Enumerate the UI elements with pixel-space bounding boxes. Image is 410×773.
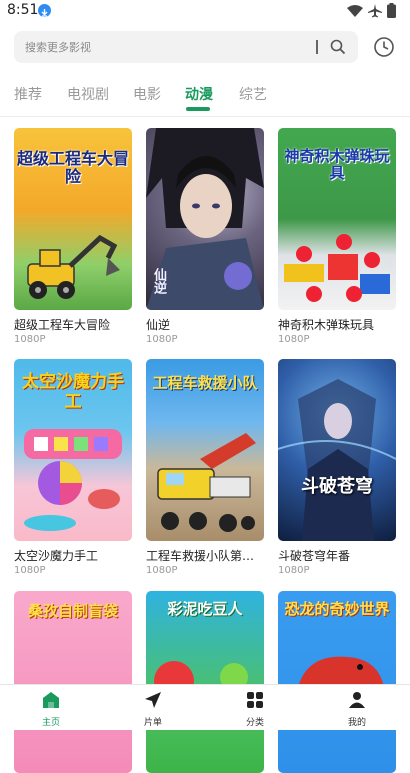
poster-text: 工程车救援小队 — [152, 374, 258, 392]
nav-category[interactable]: 分类 — [204, 685, 306, 730]
video-card[interactable]: 彩泥吃豆人 — [146, 591, 264, 773]
airplane-icon — [368, 3, 382, 22]
poster-text: 仙逆 — [150, 268, 166, 294]
grid-icon — [247, 692, 263, 708]
excavator-art — [27, 234, 120, 299]
poster-text: 恐龙的奇妙世界 — [284, 600, 390, 618]
card-title: 太空沙魔力手工 — [14, 549, 99, 563]
bottom-navigation: 主页 片单 分类 我的 — [0, 684, 410, 730]
card-title: 仙逆 — [146, 318, 171, 332]
poster-image[interactable]: 太空沙魔力手工 — [14, 359, 132, 541]
search-box[interactable]: 搜索更多影视 — [14, 31, 358, 63]
battery-icon — [387, 3, 396, 22]
nav-home[interactable]: 主页 — [0, 685, 102, 730]
nav-label: 分类 — [245, 718, 264, 728]
active-tab-indicator — [186, 107, 210, 111]
history-icon[interactable] — [373, 36, 395, 62]
poster-text: 超级工程车大冒险 — [16, 149, 129, 187]
wifi-icon — [347, 3, 363, 22]
tab-recommend[interactable]: 推荐 — [14, 84, 42, 104]
nav-label: 主页 — [41, 718, 60, 728]
poster-text: 桑孜自制盲袋 — [27, 602, 118, 620]
poster-image[interactable]: 彩泥吃豆人 — [146, 591, 264, 773]
video-card[interactable]: 太空沙魔力手工 太空沙魔力手工 1080P — [14, 359, 132, 576]
card-quality: 1080P — [278, 565, 310, 576]
video-card[interactable]: 神奇积木弹珠玩具 神奇积木弹珠玩具 1080P — [278, 128, 396, 345]
card-title: 神奇积木弹珠玩具 — [278, 318, 375, 332]
video-card[interactable]: 斗破苍穹 斗破苍穹年番 1080P — [278, 359, 396, 576]
dinosaur-art — [298, 656, 384, 687]
send-icon — [145, 692, 161, 708]
text-cursor — [316, 40, 318, 54]
nav-label: 我的 — [347, 718, 366, 728]
poster-text: 太空沙魔力手工 — [22, 372, 124, 412]
search-placeholder: 搜索更多影视 — [25, 41, 91, 54]
card-quality: 1080P — [14, 565, 46, 576]
tab-tv-series[interactable]: 电视剧 — [67, 84, 109, 104]
nav-profile[interactable]: 我的 — [306, 685, 408, 730]
card-quality: 1080P — [146, 334, 178, 345]
video-card[interactable]: 桑孜自制盲袋 — [14, 591, 132, 773]
video-card[interactable]: 工程车救援小队 工程车救援小队第二季 1080P — [146, 359, 264, 576]
poster-image[interactable]: 仙逆 — [146, 128, 264, 310]
character-art — [278, 379, 396, 541]
poster-image[interactable]: 神奇积木弹珠玩具 — [278, 128, 396, 310]
poster-text: 神奇积木弹珠玩具 — [284, 147, 390, 183]
nav-label: 片单 — [143, 718, 162, 728]
blocks-art — [284, 234, 390, 302]
card-title: 斗破苍穹年番 — [278, 549, 351, 563]
user-icon — [349, 692, 365, 708]
card-quality: 1080P — [146, 565, 178, 576]
tab-movies[interactable]: 电影 — [133, 84, 161, 104]
clay-art — [154, 661, 248, 687]
poster-image[interactable]: 桑孜自制盲袋 — [14, 591, 132, 773]
rescue-truck-art — [157, 433, 256, 532]
card-title: 工程车救援小队第二季 — [146, 549, 264, 563]
video-card[interactable]: 仙逆 仙逆 1080P — [146, 128, 264, 345]
home-icon — [43, 692, 59, 708]
card-quality: 1080P — [278, 334, 310, 345]
category-tabs: 推荐 电视剧 电影 动漫 综艺 — [0, 84, 410, 114]
status-bar: 8:51 — [0, 0, 410, 24]
poster-text: 斗破苍穹 — [301, 476, 373, 497]
search-icon[interactable] — [330, 39, 346, 59]
poster-image[interactable]: 斗破苍穹 — [278, 359, 396, 541]
divider — [0, 116, 410, 117]
video-card[interactable]: 恐龙的奇妙世界 — [278, 591, 396, 773]
status-time: 8:51 — [7, 2, 39, 18]
search-row: 搜索更多影视 — [0, 31, 410, 65]
card-title: 超级工程车大冒险 — [14, 318, 111, 332]
tab-variety[interactable]: 综艺 — [239, 84, 267, 104]
sand-art — [24, 429, 122, 531]
tab-anime[interactable]: 动漫 — [185, 84, 213, 104]
download-icon — [38, 4, 51, 17]
poster-image[interactable]: 超级工程车大冒险 — [14, 128, 132, 310]
poster-image[interactable]: 恐龙的奇妙世界 — [278, 591, 396, 773]
card-quality: 1080P — [14, 334, 46, 345]
poster-image[interactable]: 工程车救援小队 — [146, 359, 264, 541]
nav-playlist[interactable]: 片单 — [102, 685, 204, 730]
video-card[interactable]: 超级工程车大冒险 超级工程车大冒险 1080P — [14, 128, 132, 345]
poster-text: 彩泥吃豆人 — [167, 600, 243, 618]
